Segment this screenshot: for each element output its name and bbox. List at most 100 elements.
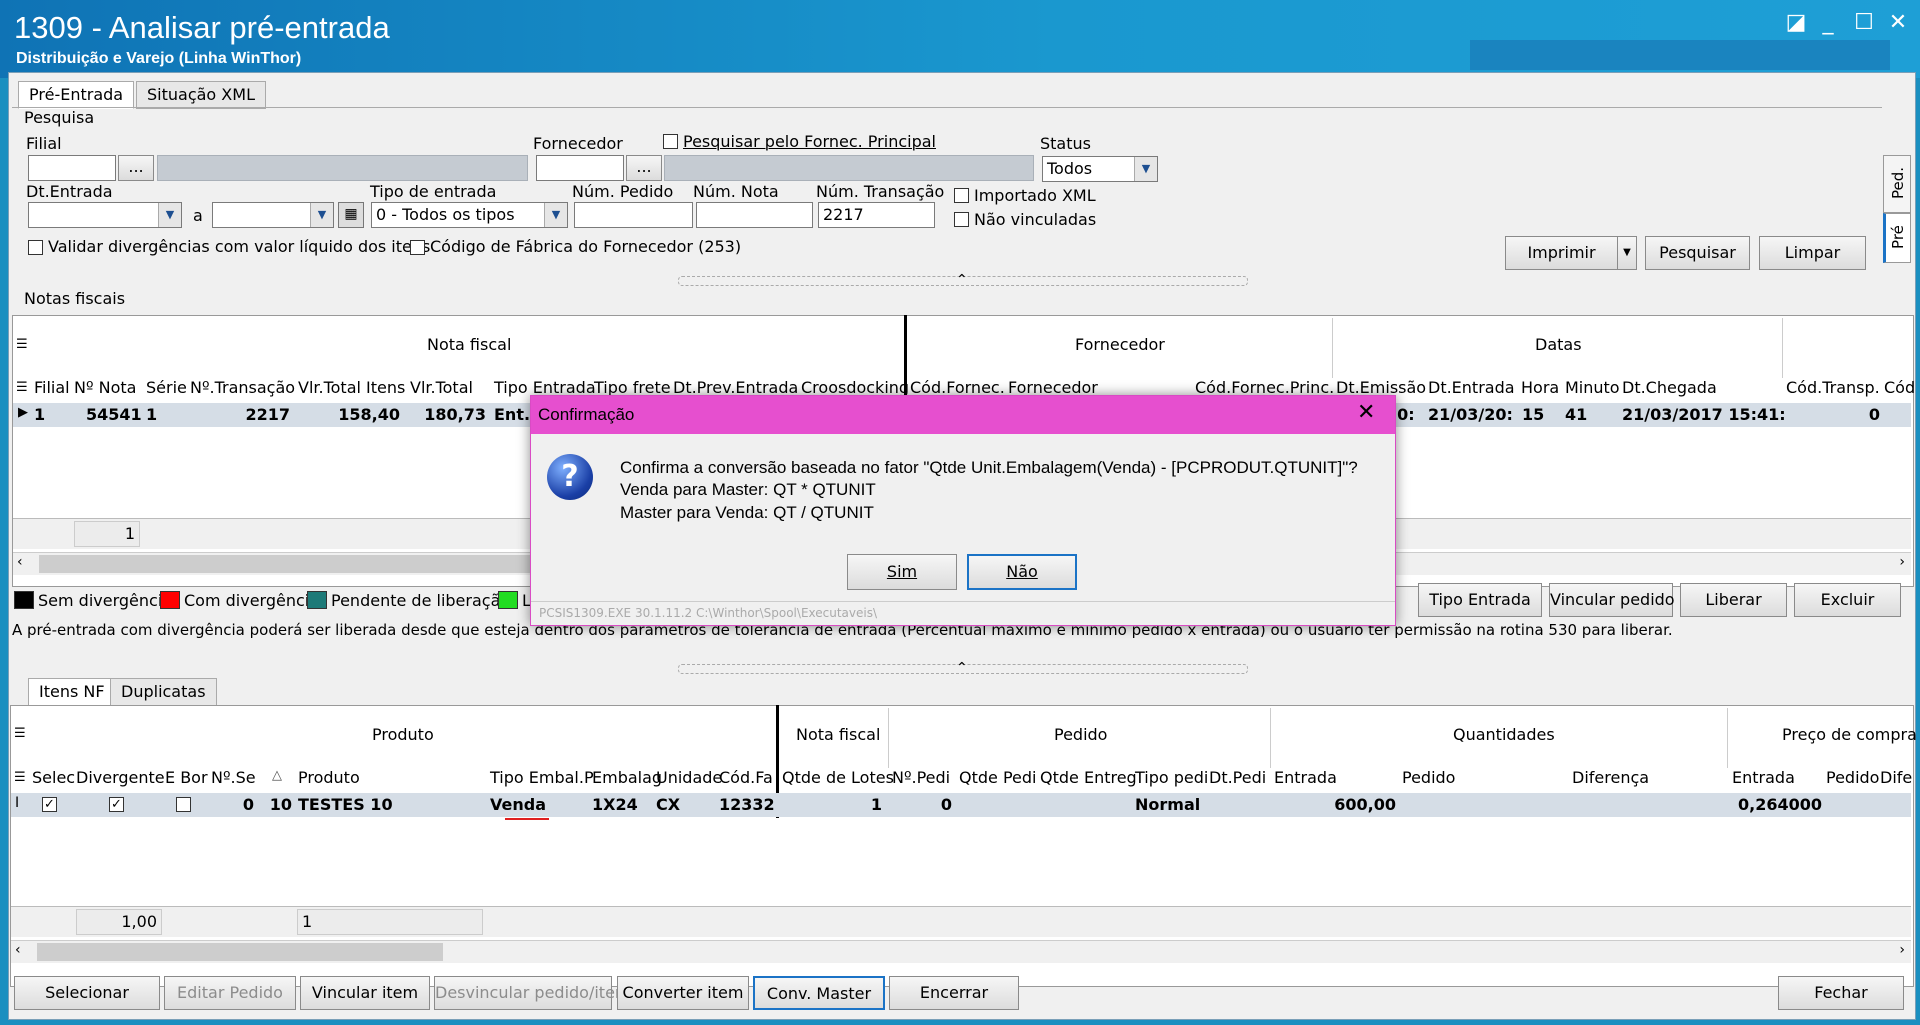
- num-pedido-input[interactable]: [574, 202, 693, 228]
- scroll-left-icon[interactable]: ‹: [17, 554, 23, 570]
- dialog-close-icon[interactable]: ✕: [1357, 400, 1375, 425]
- vincular-item-button[interactable]: Vincular item: [300, 976, 430, 1010]
- selecionar-button[interactable]: Selecionar: [14, 976, 160, 1010]
- nao-button[interactable]: Não: [967, 554, 1077, 590]
- chevron-down-icon[interactable]: ▼: [1134, 157, 1157, 181]
- grid-menu-icon[interactable]: ☰: [14, 726, 26, 741]
- col-produto[interactable]: Produto: [298, 768, 360, 787]
- col-cod[interactable]: Cód: [1884, 378, 1915, 397]
- col-num-pedido[interactable]: Nº.Pedi: [892, 768, 950, 787]
- tab-duplicatas[interactable]: Duplicatas: [110, 678, 217, 706]
- col-filial[interactable]: Filial: [34, 378, 70, 397]
- maximize-icon[interactable]: ☐: [1850, 10, 1878, 35]
- nao-vinculadas-checkbox[interactable]: [954, 212, 969, 227]
- side-tab-pre[interactable]: Pré: [1883, 213, 1911, 263]
- col-dt-chegada[interactable]: Dt.Chegada: [1622, 378, 1717, 397]
- col-nota[interactable]: Nº Nota: [74, 378, 136, 397]
- filial-lookup-button[interactable]: ...: [118, 155, 154, 181]
- col-minuto[interactable]: Minuto: [1565, 378, 1620, 397]
- tab-pre-entrada[interactable]: Pré-Entrada: [18, 81, 135, 109]
- tipo-entrada-button[interactable]: Tipo Entrada: [1418, 583, 1542, 617]
- dt-entrada-end-input[interactable]: ▼: [212, 202, 334, 228]
- scrollbar-thumb[interactable]: [37, 943, 443, 961]
- col-qtd-pedido[interactable]: Pedido: [1402, 768, 1455, 787]
- excluir-button[interactable]: Excluir: [1794, 583, 1901, 617]
- chevron-down-icon[interactable]: ▼: [158, 203, 181, 227]
- col-dt-pedido[interactable]: Dt.Pedi: [1209, 768, 1266, 787]
- grid-menu-icon[interactable]: ☰: [16, 337, 28, 352]
- pesquisar-button[interactable]: Pesquisar: [1645, 236, 1750, 270]
- col-transacao[interactable]: Nº.Transação: [190, 378, 295, 397]
- col-preco-diferenca[interactable]: Dife: [1880, 768, 1912, 787]
- scroll-right-icon[interactable]: ›: [1899, 942, 1905, 958]
- sort-ascending-icon[interactable]: △: [272, 768, 282, 783]
- num-transacao-input[interactable]: 2217: [818, 202, 935, 228]
- chevron-down-icon[interactable]: ▼: [544, 203, 567, 227]
- col-cod-transp[interactable]: Cód.Transp.: [1786, 378, 1880, 397]
- tipo-entrada-select[interactable]: 0 - Todos os tipos ▼: [371, 202, 568, 228]
- desvincular-button[interactable]: Desvincular pedido/item: [434, 976, 631, 1010]
- sim-button[interactable]: Sim: [847, 554, 957, 590]
- importado-xml-checkbox[interactable]: [954, 188, 969, 203]
- fornecedor-input[interactable]: [536, 155, 624, 181]
- divergente-checkbox[interactable]: ✓: [109, 797, 124, 812]
- tab-situacao-xml[interactable]: Situação XML: [136, 81, 266, 109]
- imprimir-dropdown-icon[interactable]: ▼: [1617, 236, 1637, 270]
- close-icon[interactable]: ✕: [1884, 10, 1912, 35]
- scroll-left-icon[interactable]: ‹: [15, 942, 21, 958]
- selec-checkbox[interactable]: ✓: [42, 797, 57, 812]
- tab-itens-nf[interactable]: Itens NF: [28, 678, 116, 706]
- column-menu-icon[interactable]: ☰: [16, 380, 28, 395]
- calendar-icon[interactable]: ▦: [338, 202, 364, 228]
- col-selec[interactable]: Selec: [32, 768, 75, 787]
- validar-divergencias-checkbox[interactable]: [28, 240, 43, 255]
- col-vlr-total-itens[interactable]: Vlr.Total Itens: [298, 378, 405, 397]
- scrollbar-thumb[interactable]: [39, 555, 539, 573]
- e-bor-checkbox[interactable]: [176, 797, 191, 812]
- fornecedor-lookup-button[interactable]: ...: [626, 155, 662, 181]
- pesquisar-principal-checkbox[interactable]: [663, 134, 678, 149]
- fechar-button[interactable]: Fechar: [1778, 976, 1904, 1010]
- col-vlr-total[interactable]: Vlr.Total: [410, 378, 473, 397]
- scroll-right-icon[interactable]: ›: [1899, 554, 1905, 570]
- itens-hscrollbar[interactable]: ‹ ›: [11, 940, 1911, 963]
- col-unidade[interactable]: Unidade: [656, 768, 722, 787]
- editar-pedido-button[interactable]: Editar Pedido: [164, 976, 296, 1010]
- filial-input[interactable]: [28, 155, 116, 181]
- liberar-button[interactable]: Liberar: [1680, 583, 1787, 617]
- collapse-up-icon[interactable]: ⌃: [956, 272, 968, 288]
- col-embalagem[interactable]: Embalag: [592, 768, 662, 787]
- col-tipo-embal[interactable]: Tipo Embal.P: [490, 768, 594, 787]
- side-tab-ped[interactable]: Ped.: [1883, 155, 1911, 213]
- encerrar-button[interactable]: Encerrar: [889, 976, 1019, 1010]
- codigo-fabrica-checkbox[interactable]: [410, 240, 425, 255]
- col-qtde-pedida[interactable]: Qtde Pedi: [959, 768, 1036, 787]
- col-preco-entrada[interactable]: Entrada: [1732, 768, 1795, 787]
- col-hora[interactable]: Hora: [1521, 378, 1559, 397]
- col-dt-entrada[interactable]: Dt.Entrada: [1428, 378, 1515, 397]
- col-e-bor[interactable]: E Bor: [165, 768, 208, 787]
- col-nseq[interactable]: Nº.Se: [211, 768, 256, 787]
- col-qtd-entrada[interactable]: Entrada: [1274, 768, 1337, 787]
- table-row[interactable]: [11, 793, 1911, 817]
- col-qtde-entregue[interactable]: Qtde Entreg: [1040, 768, 1137, 787]
- dt-entrada-start-input[interactable]: ▼: [28, 202, 182, 228]
- minimize-icon[interactable]: _: [1814, 10, 1842, 35]
- converter-item-button[interactable]: Converter item: [617, 976, 749, 1010]
- cell-tipo-embal[interactable]: Venda: [490, 795, 546, 814]
- restore-icon[interactable]: ◪: [1782, 10, 1810, 35]
- status-select[interactable]: Todos ▼: [1042, 156, 1158, 182]
- conv-master-button[interactable]: Conv. Master: [753, 976, 885, 1010]
- collapse-up-icon[interactable]: ⌃: [956, 660, 968, 676]
- col-cod-fab[interactable]: Cód.Fa: [719, 768, 773, 787]
- limpar-button[interactable]: Limpar: [1759, 236, 1866, 270]
- col-divergente[interactable]: Divergente: [76, 768, 165, 787]
- col-preco-pedido[interactable]: Pedido: [1826, 768, 1879, 787]
- imprimir-button[interactable]: Imprimir: [1505, 236, 1618, 270]
- col-qtde-lotes[interactable]: Qtde de Lotes: [782, 768, 894, 787]
- chevron-down-icon[interactable]: ▼: [310, 203, 333, 227]
- col-qtd-diferenca[interactable]: Diferença: [1572, 768, 1649, 787]
- column-menu-icon[interactable]: ☰: [14, 770, 26, 785]
- vincular-pedido-button[interactable]: Vincular pedido: [1549, 583, 1675, 617]
- num-nota-input[interactable]: [696, 202, 813, 228]
